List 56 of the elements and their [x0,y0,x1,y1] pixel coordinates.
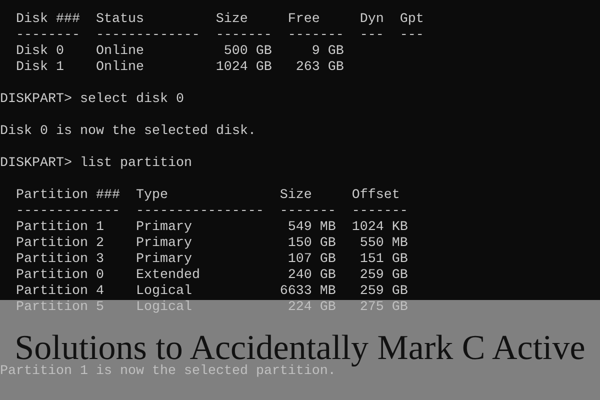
table-cell-text: Partition 0 [16,268,105,284]
table-cell-text: Disk 0 [16,44,65,60]
table-cell-text: Partition 5 [16,300,105,316]
column-separator: ------- [216,28,273,44]
table-cell-text: 550 MB [358,236,408,252]
table-cell-text: 259 GB [358,284,408,300]
column-header: Dyn [360,12,385,28]
table-cell-text: 107 GB [286,252,337,268]
table-cell-text: 549 MB [286,220,337,236]
table-cell-text: Extended [136,268,201,284]
console-line: Partition 1 is now the selected partition. [0,364,336,380]
table-cell-text: 259 GB [358,268,408,284]
column-separator: --- [360,28,385,44]
column-separator: ------- [280,204,337,220]
table-cell-text: 224 GB [286,300,337,316]
column-separator: ---------------- [136,204,265,220]
column-header: Disk ### [16,12,81,28]
table-cell-text: Partition 3 [16,252,105,268]
table-cell-text: 9 GB [310,44,345,60]
table-cell-text: 240 GB [286,268,337,284]
column-separator: --- [400,28,424,44]
table-cell-text: Partition 4 [16,284,105,300]
column-separator: ------------- [16,204,121,220]
column-header: Status [96,12,145,28]
column-separator: -------- [16,28,81,44]
table-cell-text: Online [96,60,145,76]
table-cell-text: 275 GB [358,300,408,316]
table-cell-text: 150 GB [286,236,337,252]
column-header: Size [216,12,249,28]
table-cell-text: Logical [136,300,193,316]
column-header: Offset [352,188,401,204]
column-separator: ------- [352,204,408,220]
table-cell-text: Primary [136,252,193,268]
table-cell-text: Partition 1 [16,220,105,236]
table-cell-text: 151 GB [358,252,408,268]
column-header: Partition ### [16,188,121,204]
table-cell-text: Disk 1 [16,60,65,76]
table-cell-text: 500 GB [222,44,273,60]
column-separator: ------- [288,28,345,44]
column-header: Size [280,188,313,204]
table-cell-text: 263 GB [294,60,345,76]
column-header: Free [288,12,321,28]
table-cell-text: Logical [136,284,193,300]
table-cell: 1024 KB [352,220,408,236]
table-cell-text: Online [96,44,145,60]
column-header: Gpt [400,12,424,28]
table-cell-text: 6633 MB [280,284,337,300]
table-cell-text: 1024 GB [216,60,273,76]
console-line: Disk 0 is now the selected disk. [0,124,257,140]
column-separator: ------------- [96,28,201,44]
table-cell-text: Partition 2 [16,236,105,252]
console-line: DISKPART> select disk 0 [0,92,185,108]
console-line: DISKPART> list partition [0,156,193,172]
table-cell-text: Primary [136,236,193,252]
column-header: Type [136,188,169,204]
table-cell-text: Primary [136,220,193,236]
